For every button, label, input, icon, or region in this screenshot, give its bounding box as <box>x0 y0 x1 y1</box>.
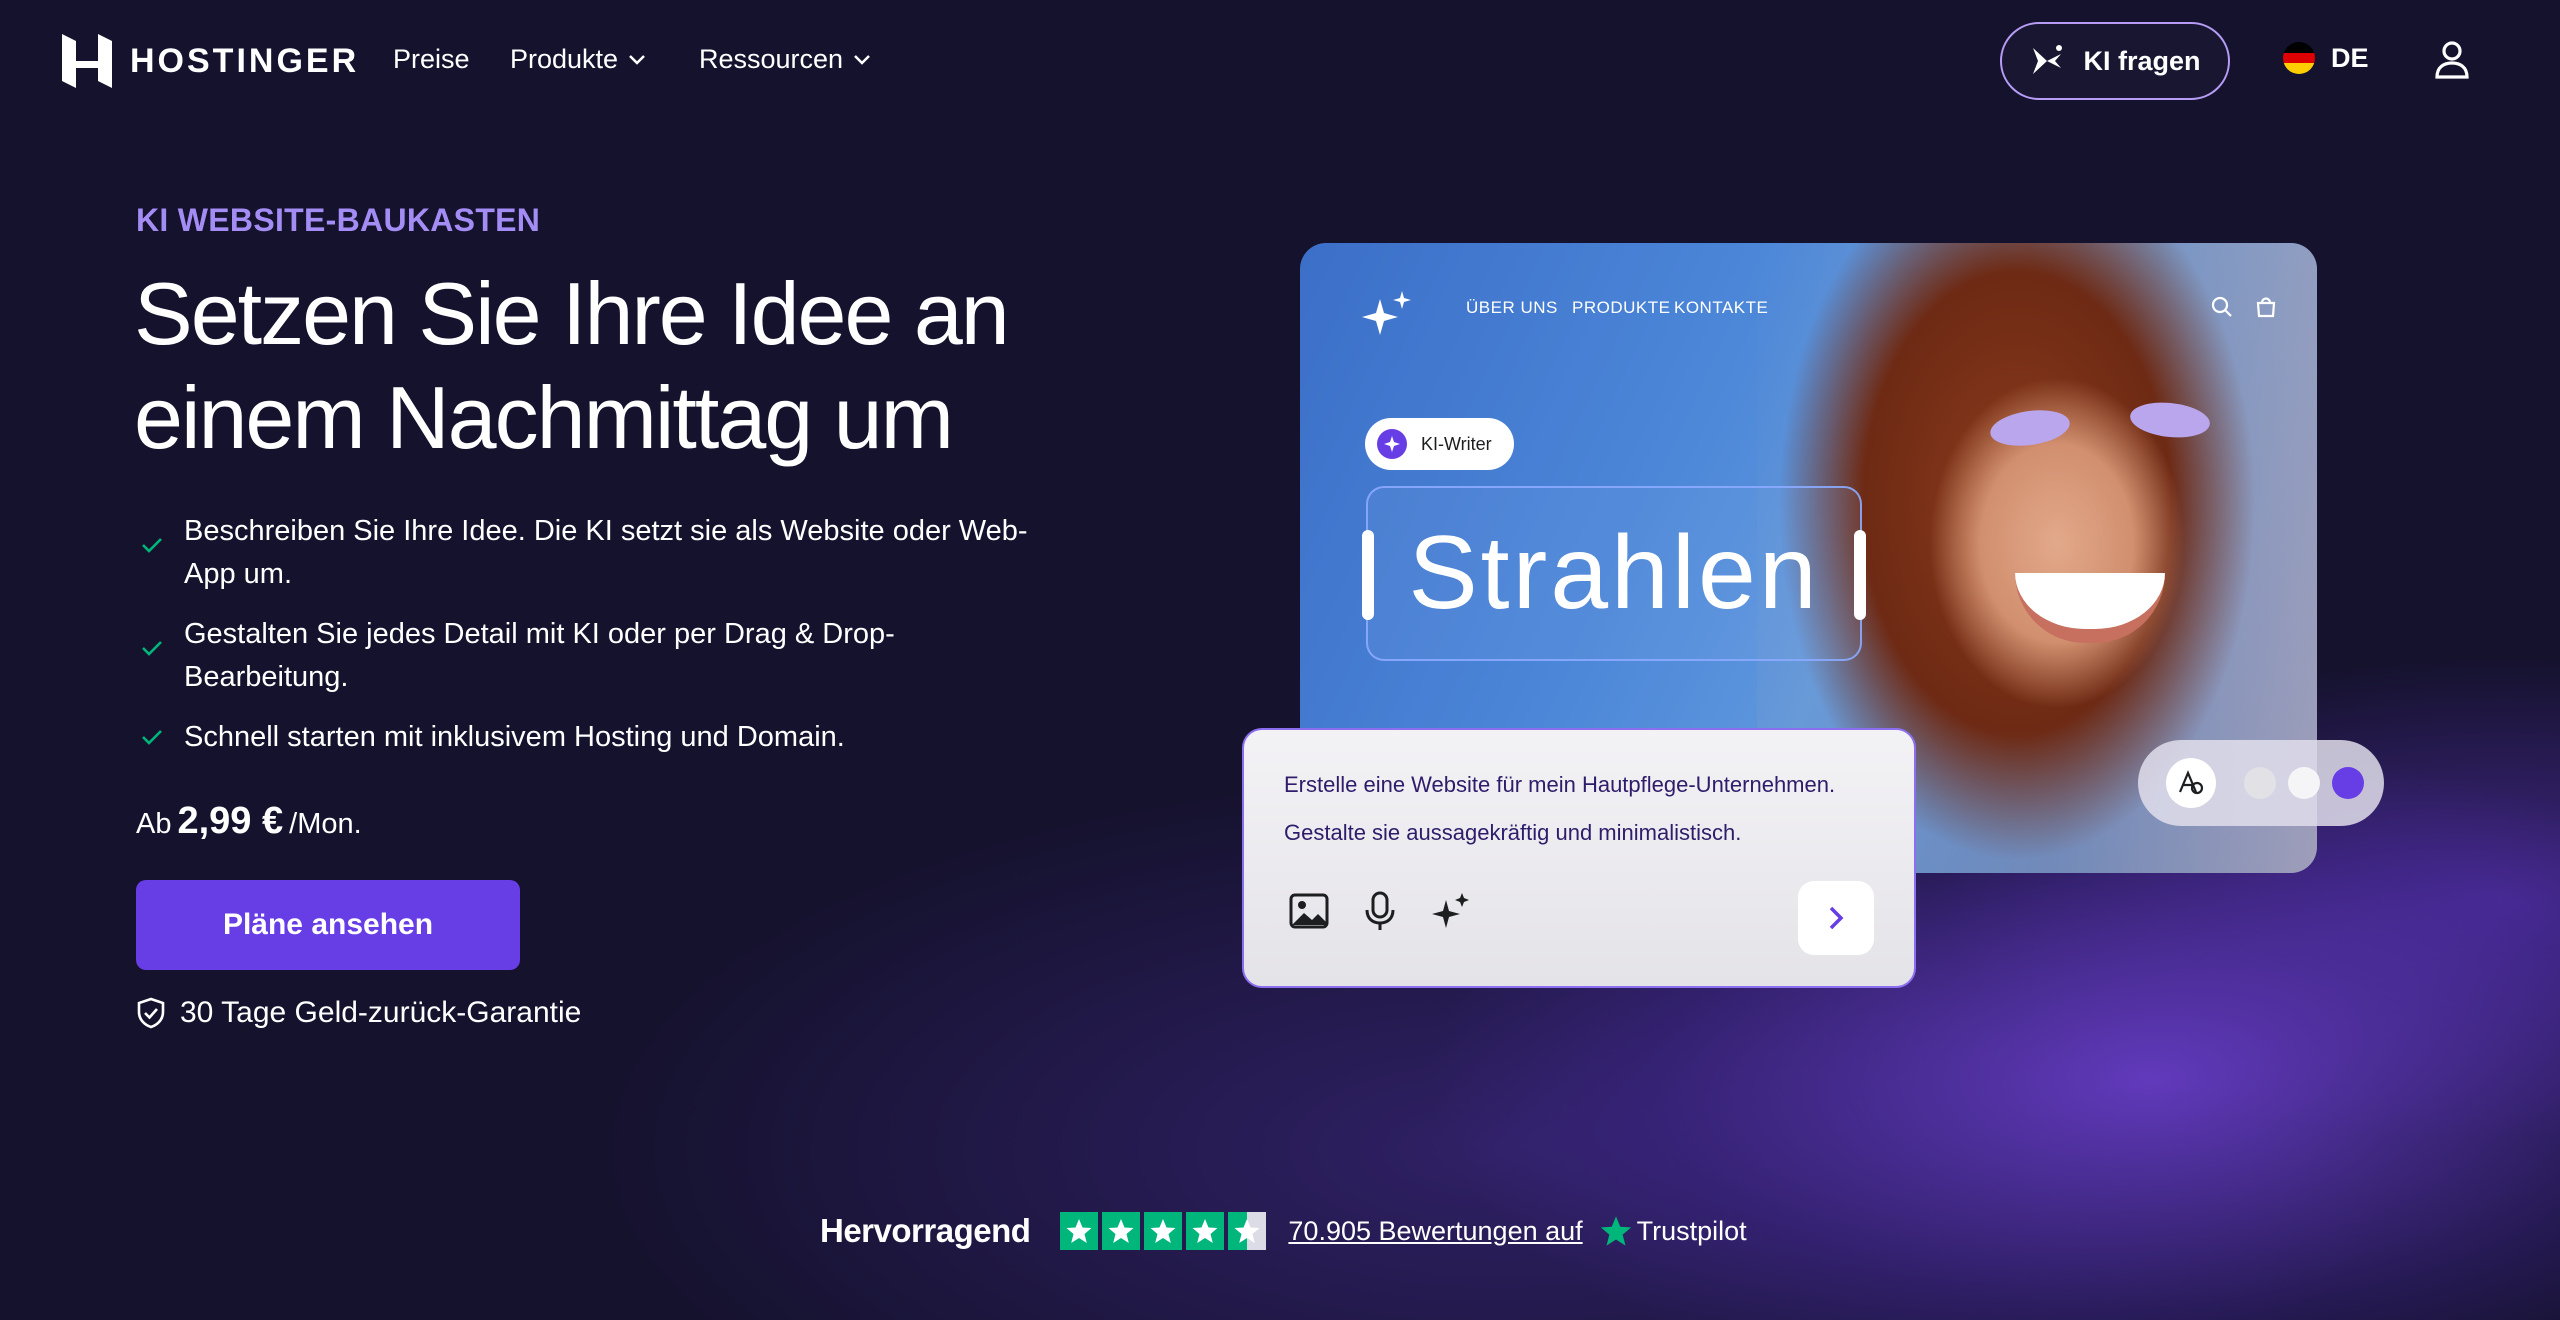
resize-handle-left[interactable] <box>1362 530 1374 620</box>
chevron-right-icon <box>1829 906 1844 930</box>
top-navigation: HOSTINGER Preise Produkte Ressourcen KI … <box>0 0 2560 120</box>
price-amount: 2,99 € <box>177 800 284 842</box>
brand-name: HOSTINGER <box>130 41 360 80</box>
preview-headline-text: Strahlen <box>1408 515 1820 631</box>
check-icon <box>142 538 162 553</box>
resize-handle-right[interactable] <box>1854 530 1866 620</box>
nav-link-label: Ressourcen <box>699 44 844 74</box>
feature-item: Beschreiben Sie Ihre Idee. Die KI setzt … <box>136 510 1036 596</box>
ki-writer-label: KI-Writer <box>1421 433 1492 454</box>
rating-label: Hervorragend <box>820 1212 1031 1249</box>
money-back-guarantee: 30 Tage Geld-zurück-Garantie <box>136 996 581 1030</box>
ki-writer-icon <box>1377 429 1407 459</box>
chevron-down-icon <box>629 54 645 65</box>
ai-prompt-card[interactable]: Erstelle eine Website für mein Hautpfleg… <box>1242 728 1916 988</box>
guarantee-text: 30 Tage Geld-zurück-Garantie <box>180 996 582 1029</box>
headline-line-2: einem Nachmittag um <box>134 368 954 467</box>
trustpilot-rating: Hervorragend 70.905 Bewertungen auf Trus… <box>820 1208 1747 1254</box>
trustpilot-star-icon <box>1600 1216 1631 1246</box>
language-selector[interactable]: DE <box>2283 42 2369 74</box>
german-flag-icon <box>2283 42 2315 74</box>
nav-link-label: Preise <box>393 44 470 74</box>
preview-nav-kontakte: KONTAKTE <box>1674 298 1769 317</box>
chevron-down-icon <box>854 54 870 65</box>
nav-link-label: Produkte <box>510 44 619 74</box>
prompt-text-line-1: Erstelle eine Website für mein Hautpfleg… <box>1284 772 1836 797</box>
nav-link-preise[interactable]: Preise <box>393 44 470 75</box>
ki-writer-badge: KI-Writer <box>1365 418 1514 470</box>
sparkle-logo-icon <box>1362 291 1411 335</box>
send-prompt-button[interactable] <box>1798 881 1874 955</box>
prompt-text-line-2: Gestalte sie aussagekräftig und minimali… <box>1284 820 1742 845</box>
color-swatch[interactable] <box>2244 767 2276 799</box>
ki-fragen-label: KI fragen <box>2083 45 2201 76</box>
style-picker <box>2138 740 2384 826</box>
view-plans-button[interactable]: Pläne ansehen <box>136 880 520 970</box>
price-prefix: Ab <box>136 808 172 840</box>
half-star-icon <box>1228 1212 1267 1250</box>
reviews-link[interactable]: 70.905 Bewertungen auf <box>1288 1216 1582 1247</box>
feature-text: Schnell starten mit inklusivem Hosting u… <box>184 721 845 753</box>
star-icon <box>1144 1212 1183 1250</box>
nav-link-produkte[interactable]: Produkte <box>510 44 646 75</box>
hero-eyebrow: KI WEBSITE-BAUKASTEN <box>136 202 541 238</box>
feature-item: Gestalten Sie jedes Detail mit KI oder p… <box>136 613 1036 699</box>
color-swatch[interactable] <box>2288 767 2320 799</box>
star-icon <box>1060 1212 1099 1250</box>
price-display: Ab 2,99 € /Mon. <box>136 800 362 843</box>
feature-text: Gestalten Sie jedes Detail mit KI oder p… <box>184 618 895 693</box>
star-icon <box>1186 1212 1225 1250</box>
preview-nav-produkte: PRODUKTE <box>1572 298 1671 317</box>
user-account-icon[interactable] <box>2434 40 2470 80</box>
color-swatch[interactable] <box>2332 767 2364 799</box>
headline-line-1: Setzen Sie Ihre Idee an <box>134 264 1010 363</box>
ai-spark-icon <box>2033 45 2063 74</box>
hero-headline: Setzen Sie Ihre Idee an einem Nachmittag… <box>134 262 1034 470</box>
trustpilot-name: Trustpilot <box>1636 1215 1747 1246</box>
shield-check-icon <box>137 997 165 1029</box>
font-style-icon[interactable] <box>2166 758 2216 808</box>
brand-logo[interactable]: HOSTINGER <box>62 34 359 88</box>
feature-list: Beschreiben Sie Ihre Idee. Die KI setzt … <box>136 510 1036 776</box>
image-icon[interactable] <box>1288 890 1330 932</box>
editable-headline-box[interactable]: Strahlen <box>1362 486 1866 661</box>
sparkles-icon[interactable] <box>1430 890 1472 932</box>
microphone-icon[interactable] <box>1359 890 1401 932</box>
preview-nav-ueber-uns: ÜBER UNS <box>1466 298 1558 317</box>
hostinger-logo-icon <box>62 34 112 88</box>
ki-fragen-button[interactable]: KI fragen <box>2000 22 2230 100</box>
check-icon <box>142 730 162 745</box>
language-code: DE <box>2331 42 2369 73</box>
search-icon <box>2211 296 2232 317</box>
star-rating <box>1060 1212 1267 1250</box>
feature-text: Beschreiben Sie Ihre Idee. Die KI setzt … <box>184 515 1028 590</box>
feature-item: Schnell starten mit inklusivem Hosting u… <box>136 716 1036 759</box>
trustpilot-logo[interactable]: Trustpilot <box>1599 1214 1747 1248</box>
nav-link-ressourcen[interactable]: Ressourcen <box>699 44 871 75</box>
check-icon <box>142 641 162 656</box>
price-suffix: /Mon. <box>289 808 362 840</box>
shopping-bag-icon <box>2256 297 2276 318</box>
star-icon <box>1102 1212 1141 1250</box>
